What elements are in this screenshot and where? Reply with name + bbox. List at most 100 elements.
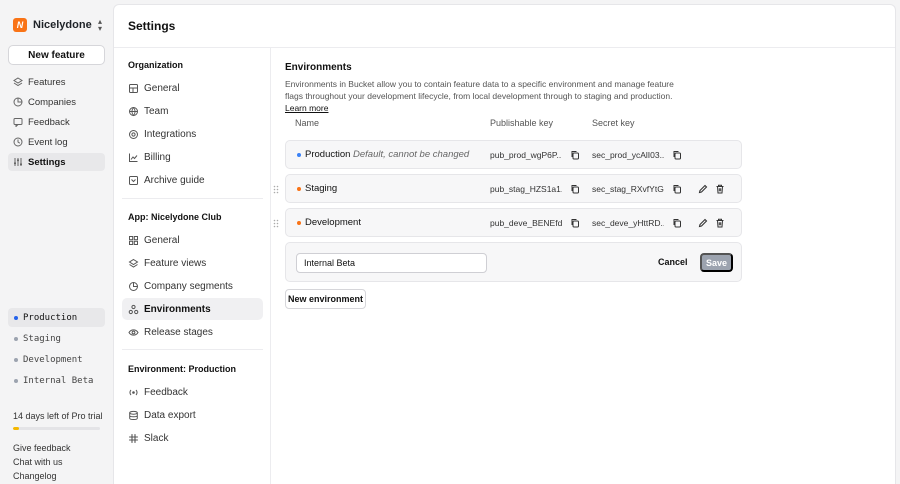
settings-nav-company-segments[interactable]: Company segments [122, 275, 263, 297]
environments-icon [128, 304, 139, 315]
copy-icon[interactable] [672, 184, 682, 194]
trial-progress-fill [13, 427, 20, 430]
give-feedback-link[interactable]: Give feedback [13, 442, 71, 456]
drag-handle-icon[interactable] [273, 219, 279, 228]
edit-icon[interactable] [698, 218, 708, 228]
nav-item-event-log[interactable]: Event log [8, 133, 105, 151]
new-environment-form: Cancel Save [285, 242, 742, 282]
nav-item-features[interactable]: Features [8, 73, 105, 91]
org-switcher[interactable]: N Nicelydone C... ▴▾ [13, 17, 105, 33]
nav-item-companies[interactable]: Companies [8, 93, 105, 111]
env-item-production[interactable]: Production [8, 308, 105, 327]
environment-name-input[interactable] [296, 253, 487, 273]
nav-item-label: Features [28, 76, 66, 88]
publishable-key-value: pub_prod_wgP6P... [490, 150, 562, 160]
env-default-note: Default, cannot be changed [353, 149, 470, 160]
env-status-dot [297, 221, 301, 225]
edit-icon[interactable] [698, 184, 708, 194]
settings-nav-org-general[interactable]: General [122, 77, 263, 99]
column-header-secret-key: Secret key [592, 118, 635, 128]
nav-item-label: Feedback [28, 116, 70, 128]
nav-item-label: Settings [28, 156, 66, 168]
settings-nav: Organization General Team Integrations B… [114, 48, 271, 484]
env-status-dot [297, 153, 301, 157]
settings-nav-label: Data export [144, 409, 196, 421]
settings-nav-label: Feature views [144, 257, 207, 269]
panel-header: Settings [114, 5, 895, 48]
building-icon [128, 83, 139, 94]
pie-chart-icon [128, 281, 139, 292]
env-item-label: Staging [23, 333, 61, 344]
settings-nav-label: General [144, 82, 180, 94]
env-name: Development [305, 217, 361, 228]
copy-icon[interactable] [570, 218, 580, 228]
trash-icon[interactable] [715, 184, 725, 194]
secret-key-value: sec_deve_yHttRD... [592, 218, 664, 228]
settings-nav-label: General [144, 234, 180, 246]
settings-nav-label: Slack [144, 432, 169, 444]
column-header-publishable-key: Publishable key [490, 118, 554, 128]
new-environment-button[interactable]: New environment [285, 289, 366, 309]
app-sidebar: N Nicelydone C... ▴▾ New feature Feature… [0, 0, 112, 484]
settings-icon [12, 157, 23, 168]
cancel-button[interactable]: Cancel [658, 257, 688, 267]
environment-switcher: Production Staging Development Internal … [8, 308, 105, 392]
env-item-internal-beta[interactable]: Internal Beta [8, 371, 105, 390]
copy-icon[interactable] [570, 150, 580, 160]
env-item-label: Internal Beta [23, 375, 94, 386]
settings-nav-slack[interactable]: Slack [122, 427, 263, 449]
features-icon [12, 77, 23, 88]
section-organization: Organization [128, 60, 184, 70]
env-item-label: Production [23, 312, 78, 323]
nav-item-feedback[interactable]: Feedback [8, 113, 105, 131]
settings-nav-label: Environments [144, 303, 211, 315]
settings-nav-environments[interactable]: Environments [122, 298, 263, 320]
settings-nav-label: Feedback [144, 386, 188, 398]
chat-with-us-link[interactable]: Chat with us [13, 456, 71, 470]
feedback-icon [12, 117, 23, 128]
section-app: App: Nicelydone Club [128, 212, 222, 222]
changelog-link[interactable]: Changelog [13, 470, 71, 484]
settings-nav-data-export[interactable]: Data export [122, 404, 263, 426]
environment-row-staging: Staging pub_stag_HZS1a1... sec_stag_RXvf… [273, 174, 742, 203]
settings-nav-billing[interactable]: Billing [122, 146, 263, 168]
settings-nav-release-stages[interactable]: Release stages [122, 321, 263, 343]
event-log-icon [12, 137, 23, 148]
section-title: Environments [285, 62, 352, 73]
trial-progress-bar [13, 427, 100, 430]
divider [122, 349, 263, 350]
broadcast-icon [128, 387, 139, 398]
drag-handle-icon[interactable] [273, 185, 279, 194]
trash-icon[interactable] [715, 218, 725, 228]
save-button[interactable]: Save [700, 253, 733, 272]
settings-nav-label: Billing [144, 151, 171, 163]
copy-icon[interactable] [672, 218, 682, 228]
settings-nav-integrations[interactable]: Integrations [122, 123, 263, 145]
copy-icon[interactable] [570, 184, 580, 194]
new-feature-button[interactable]: New feature [8, 45, 105, 65]
globe-icon [128, 106, 139, 117]
settings-panel: Settings Organization General Team Integ… [113, 4, 896, 484]
settings-nav-label: Team [144, 105, 169, 117]
nav-item-settings[interactable]: Settings [8, 153, 105, 171]
publishable-key-value: pub_deve_BENEfd... [490, 218, 562, 228]
column-header-name: Name [295, 118, 320, 128]
settings-nav-team[interactable]: Team [122, 100, 263, 122]
main-nav: Features Companies Feedback Event log Se… [8, 73, 105, 173]
env-item-development[interactable]: Development [8, 350, 105, 369]
description-text: Environments in Bucket allow you to cont… [285, 79, 674, 101]
grid-icon [128, 235, 139, 246]
nav-item-label: Companies [28, 96, 77, 108]
copy-icon[interactable] [672, 150, 682, 160]
env-status-dot [14, 357, 18, 362]
settings-nav-archive-guide[interactable]: Archive guide [122, 169, 263, 191]
secret-key-value: sec_stag_RXvfYtG... [592, 184, 664, 194]
chevron-up-down-icon: ▴ ▾ [98, 17, 103, 33]
settings-nav-feature-views[interactable]: Feature views [122, 252, 263, 274]
divider [122, 198, 263, 199]
learn-more-link[interactable]: Learn more [285, 103, 328, 113]
env-item-staging[interactable]: Staging [8, 329, 105, 348]
env-name: Staging [305, 183, 338, 194]
settings-nav-feedback[interactable]: Feedback [122, 381, 263, 403]
settings-nav-app-general[interactable]: General [122, 229, 263, 251]
